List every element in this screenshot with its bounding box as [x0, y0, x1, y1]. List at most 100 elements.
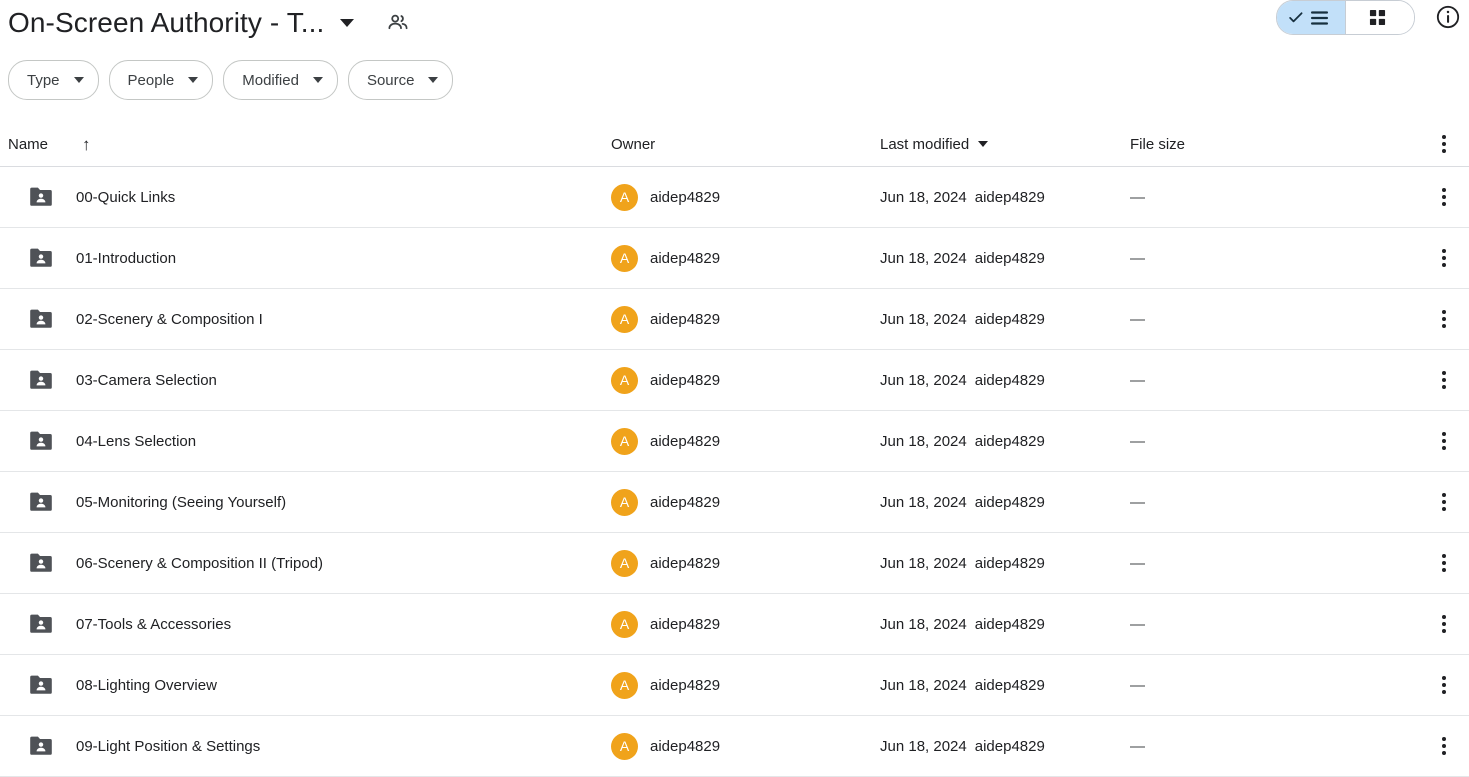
folder-shared-glyph	[30, 614, 52, 633]
row-options-menu-button[interactable]	[1442, 594, 1446, 654]
table-row[interactable]: 03-Camera Selection A aidep4829 Jun 18, …	[0, 350, 1469, 411]
title-group: On-Screen Authority - T...	[8, 0, 410, 45]
filter-chip-modified[interactable]: Modified	[223, 60, 338, 100]
modified-date: Jun 18, 2024	[880, 615, 967, 633]
column-header-owner-label: Owner	[611, 135, 656, 153]
filter-chip-label: Modified	[242, 71, 299, 89]
table-body: 00-Quick Links A aidep4829 Jun 18, 2024 …	[0, 167, 1469, 777]
table-row[interactable]: 01-Introduction A aidep4829 Jun 18, 2024…	[0, 228, 1469, 289]
modified-by: aidep4829	[974, 249, 1045, 267]
modified-by: aidep4829	[974, 554, 1045, 572]
file-size: —	[1130, 615, 1145, 633]
row-options-menu-button[interactable]	[1442, 289, 1446, 349]
row-options-menu-button[interactable]	[1442, 411, 1446, 471]
row-options-menu-button[interactable]	[1442, 472, 1446, 532]
check-icon	[1289, 12, 1303, 23]
file-name[interactable]: 04-Lens Selection	[76, 411, 196, 471]
row-options-menu-button[interactable]	[1442, 533, 1446, 593]
folder-shared-glyph	[30, 309, 52, 328]
kebab-menu-icon	[1442, 249, 1446, 267]
folder-shared-glyph	[30, 431, 52, 450]
row-options-menu-button[interactable]	[1442, 716, 1446, 776]
kebab-menu-icon	[1442, 493, 1446, 511]
owner-cell: A aidep4829	[611, 167, 720, 227]
owner-cell: A aidep4829	[611, 594, 720, 654]
file-name[interactable]: 07-Tools & Accessories	[76, 594, 231, 654]
avatar: A	[611, 549, 638, 577]
file-size: —	[1130, 188, 1145, 206]
kebab-menu-icon	[1442, 135, 1446, 153]
modified-date: Jun 18, 2024	[880, 554, 967, 572]
table-row[interactable]: 02-Scenery & Composition I A aidep4829 J…	[0, 289, 1469, 350]
file-size: —	[1130, 432, 1145, 450]
owner-name: aidep4829	[650, 676, 721, 694]
column-header-name[interactable]: Name	[8, 122, 48, 166]
avatar: A	[611, 366, 638, 394]
avatar: A	[611, 610, 638, 638]
folder-shared-glyph	[30, 553, 52, 572]
table-row[interactable]: 07-Tools & Accessories A aidep4829 Jun 1…	[0, 594, 1469, 655]
folder-shared-glyph	[30, 370, 52, 389]
kebab-menu-icon	[1442, 432, 1446, 450]
avatar: A	[611, 244, 638, 272]
table-row[interactable]: 06-Scenery & Composition II (Tripod) A a…	[0, 533, 1469, 594]
file-name[interactable]: 01-Introduction	[76, 228, 176, 288]
file-name[interactable]: 09-Light Position & Settings	[76, 716, 260, 776]
row-options-menu-button[interactable]	[1442, 167, 1446, 227]
people-icon[interactable]	[386, 11, 410, 35]
column-header-owner[interactable]: Owner	[611, 122, 655, 166]
file-size: —	[1130, 676, 1145, 694]
grid-view-button[interactable]	[1345, 1, 1414, 34]
chevron-down-icon	[312, 77, 323, 83]
filter-chip-people[interactable]: People	[108, 60, 214, 100]
last-modified-cell: Jun 18, 2024 aidep4829	[880, 228, 1045, 288]
file-name[interactable]: 00-Quick Links	[76, 167, 175, 227]
file-size: —	[1130, 554, 1145, 572]
column-header-file-size[interactable]: File size	[1130, 122, 1185, 166]
table-row[interactable]: 00-Quick Links A aidep4829 Jun 18, 2024 …	[0, 167, 1469, 228]
owner-name: aidep4829	[650, 432, 721, 450]
file-name[interactable]: 08-Lighting Overview	[76, 655, 217, 715]
avatar: A	[611, 732, 638, 760]
filter-chip-source[interactable]: Source	[347, 60, 454, 100]
view-toggle-group[interactable]	[1276, 0, 1415, 35]
table-row[interactable]: 08-Lighting Overview A aidep4829 Jun 18,…	[0, 655, 1469, 716]
table-row[interactable]: 05-Monitoring (Seeing Yourself) A aidep4…	[0, 472, 1469, 533]
info-icon[interactable]	[1435, 4, 1461, 35]
sort-ascending-icon[interactable]: ↑	[82, 122, 91, 166]
owner-cell: A aidep4829	[611, 472, 720, 532]
table-options-menu-button[interactable]	[1442, 132, 1446, 156]
owner-name: aidep4829	[650, 615, 721, 633]
avatar: A	[611, 671, 638, 699]
shared-folder-icon	[28, 472, 54, 532]
last-modified-cell: Jun 18, 2024 aidep4829	[880, 350, 1045, 410]
table-header-row: Name ↑ Owner Last modified File size	[0, 122, 1469, 167]
modified-by: aidep4829	[974, 432, 1045, 450]
column-header-last-modified[interactable]: Last modified	[880, 122, 989, 166]
file-name[interactable]: 06-Scenery & Composition II (Tripod)	[76, 533, 323, 593]
kebab-menu-icon	[1442, 188, 1446, 206]
row-options-menu-button[interactable]	[1442, 350, 1446, 410]
file-name[interactable]: 05-Monitoring (Seeing Yourself)	[76, 472, 286, 532]
file-size: —	[1130, 371, 1145, 389]
table-row[interactable]: 04-Lens Selection A aidep4829 Jun 18, 20…	[0, 411, 1469, 472]
filter-chip-label: Type	[27, 71, 60, 89]
kebab-menu-icon	[1442, 554, 1446, 572]
modified-date: Jun 18, 2024	[880, 188, 967, 206]
last-modified-cell: Jun 18, 2024 aidep4829	[880, 289, 1045, 349]
filter-chip-type[interactable]: Type	[8, 60, 99, 100]
owner-name: aidep4829	[650, 493, 721, 511]
row-options-menu-button[interactable]	[1442, 655, 1446, 715]
chevron-down-icon	[978, 141, 989, 147]
chevron-down-icon[interactable]	[340, 18, 355, 27]
file-name[interactable]: 02-Scenery & Composition I	[76, 289, 263, 349]
owner-cell: A aidep4829	[611, 228, 720, 288]
file-name[interactable]: 03-Camera Selection	[76, 350, 217, 410]
kebab-menu-icon	[1442, 737, 1446, 755]
list-view-button[interactable]	[1277, 1, 1345, 34]
shared-folder-icon	[28, 533, 54, 593]
row-options-menu-button[interactable]	[1442, 228, 1446, 288]
table-row[interactable]: 09-Light Position & Settings A aidep4829…	[0, 716, 1469, 777]
kebab-menu-icon	[1442, 310, 1446, 328]
owner-name: aidep4829	[650, 188, 721, 206]
